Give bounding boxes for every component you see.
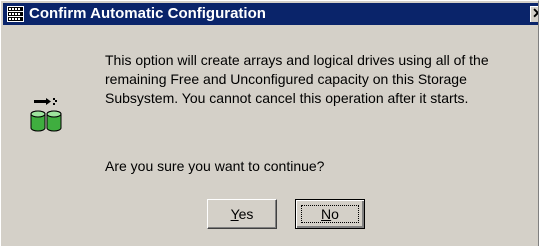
yes-button-label: Yes [230, 206, 254, 222]
no-button[interactable]: No [295, 199, 365, 229]
storage-manager-icon [7, 6, 24, 22]
close-button[interactable]: ✕ [530, 6, 538, 22]
no-button-label: No [321, 206, 339, 222]
confirm-dialog: Confirm Automatic Configuration ✕ This o… [0, 0, 539, 246]
drives-configuration-icon [30, 94, 62, 136]
close-icon: ✕ [532, 7, 538, 22]
window-title: Confirm Automatic Configuration [29, 5, 266, 22]
title-bar[interactable]: Confirm Automatic Configuration ✕ [3, 3, 538, 25]
yes-button[interactable]: Yes [207, 199, 277, 229]
confirmation-message: This option will create arrays and logic… [105, 52, 489, 106]
confirmation-question: Are you sure you want to continue? [105, 158, 325, 174]
